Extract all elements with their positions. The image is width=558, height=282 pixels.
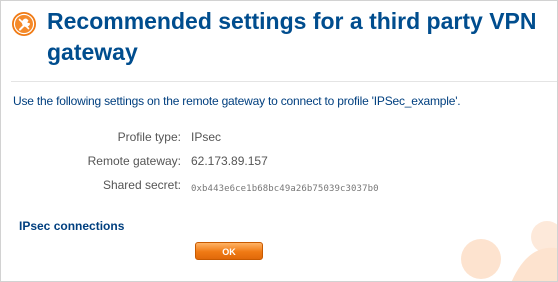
setting-value: 62.173.89.157 — [191, 154, 268, 168]
setting-value[interactable]: 0xb443e6ce1b68bc49a26b75039c3037b0 — [191, 184, 379, 194]
wrench-icon — [12, 12, 36, 36]
section-heading: IPsec connections — [19, 219, 125, 233]
intro-text: Use the following settings on the remote… — [13, 94, 461, 108]
setting-value: IPsec — [191, 130, 222, 144]
divider — [11, 81, 557, 82]
page-title: Recommended settings for a third party V… — [47, 8, 537, 65]
setting-label: Profile type: — [117, 130, 181, 144]
dialog-header: Recommended settings for a third party V… — [1, 1, 557, 77]
brand-watermark-icon — [461, 221, 557, 281]
ok-button[interactable]: OK — [195, 242, 263, 260]
setting-label: Remote gateway: — [87, 154, 181, 168]
setting-label: Shared secret: — [102, 178, 181, 192]
dialog-frame: Recommended settings for a third party V… — [0, 0, 558, 282]
